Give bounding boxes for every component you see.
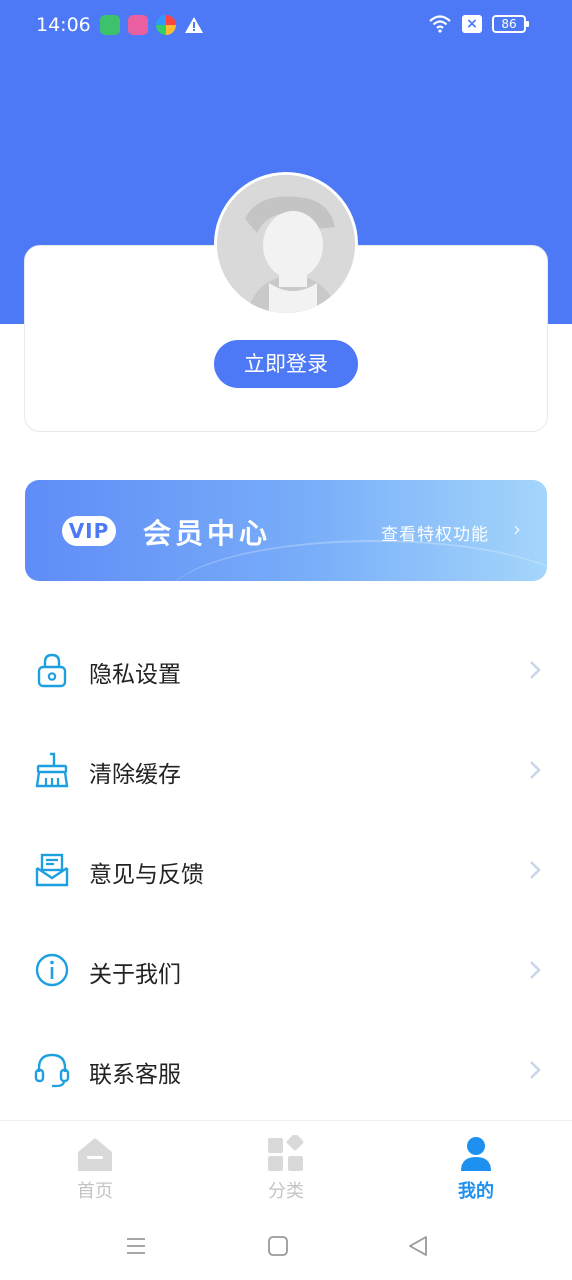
warning-icon	[185, 17, 203, 33]
chevron-right-icon: ›	[513, 517, 521, 541]
menu-item-label: 联系客服	[89, 1062, 181, 1088]
menu-item-label: 隐私设置	[89, 662, 181, 688]
vip-title: 会员中心	[143, 517, 272, 550]
vip-privileges-link[interactable]: 查看特权功能	[381, 520, 489, 545]
tab-mine[interactable]: 我的	[426, 1121, 526, 1213]
category-icon	[268, 1135, 304, 1171]
home-square-icon[interactable]	[266, 1234, 290, 1258]
broom-icon	[35, 752, 69, 788]
menu-item-about-us[interactable]: 关于我们	[0, 920, 572, 1020]
menu-item-clear-cache[interactable]: 清除缓存	[0, 720, 572, 820]
chevron-right-icon	[530, 1061, 541, 1079]
menu-item-customer-service[interactable]: 联系客服	[0, 1020, 572, 1120]
no-sim-icon: ×	[462, 15, 482, 33]
tab-category[interactable]: 分类	[236, 1121, 336, 1213]
menu-item-label: 意见与反馈	[89, 862, 204, 888]
tab-home[interactable]: 首页	[45, 1121, 145, 1213]
tab-label: 我的	[458, 1181, 494, 1202]
menu-item-privacy[interactable]: 隐私设置	[0, 620, 572, 720]
feedback-mail-icon	[35, 853, 69, 887]
chevron-right-icon	[530, 761, 541, 779]
status-time: 14:06	[36, 14, 91, 36]
login-button[interactable]: 立即登录	[214, 340, 358, 388]
menu-item-label: 关于我们	[89, 962, 181, 988]
tab-label: 分类	[268, 1181, 304, 1202]
default-avatar-icon	[217, 175, 355, 313]
battery-icon: 86	[492, 15, 529, 33]
home-icon	[78, 1138, 112, 1171]
menu-item-label: 清除缓存	[89, 762, 181, 788]
back-triangle-icon[interactable]	[406, 1234, 430, 1258]
app-icon-green	[100, 15, 120, 35]
chevron-right-icon	[530, 661, 541, 679]
notification-icons	[100, 15, 204, 35]
wifi-icon	[429, 15, 451, 33]
settings-menu: 隐私设置 清除缓存 意见与反馈 关于我们 联系客服	[0, 620, 572, 1120]
system-nav-bar	[0, 1212, 572, 1280]
bottom-tab-bar: 首页 分类 我的	[0, 1120, 572, 1212]
avatar[interactable]	[214, 172, 358, 316]
lock-icon	[37, 653, 67, 688]
vip-center-banner[interactable]: VIP 会员中心 查看特权功能 ›	[25, 480, 547, 581]
chevron-right-icon	[530, 861, 541, 879]
menu-icon[interactable]	[124, 1234, 148, 1258]
info-icon	[35, 953, 69, 987]
vip-badge: VIP	[62, 516, 116, 546]
app-icon-pink	[128, 15, 148, 35]
tab-label: 首页	[77, 1181, 113, 1202]
status-bar: 14:06 × 86	[0, 0, 572, 52]
chevron-right-icon	[530, 961, 541, 979]
menu-item-feedback[interactable]: 意见与反馈	[0, 820, 572, 920]
user-icon	[461, 1137, 491, 1171]
app-icon-multicolor	[156, 15, 176, 35]
system-icons: × 86	[428, 14, 529, 34]
headset-icon	[34, 1053, 70, 1088]
